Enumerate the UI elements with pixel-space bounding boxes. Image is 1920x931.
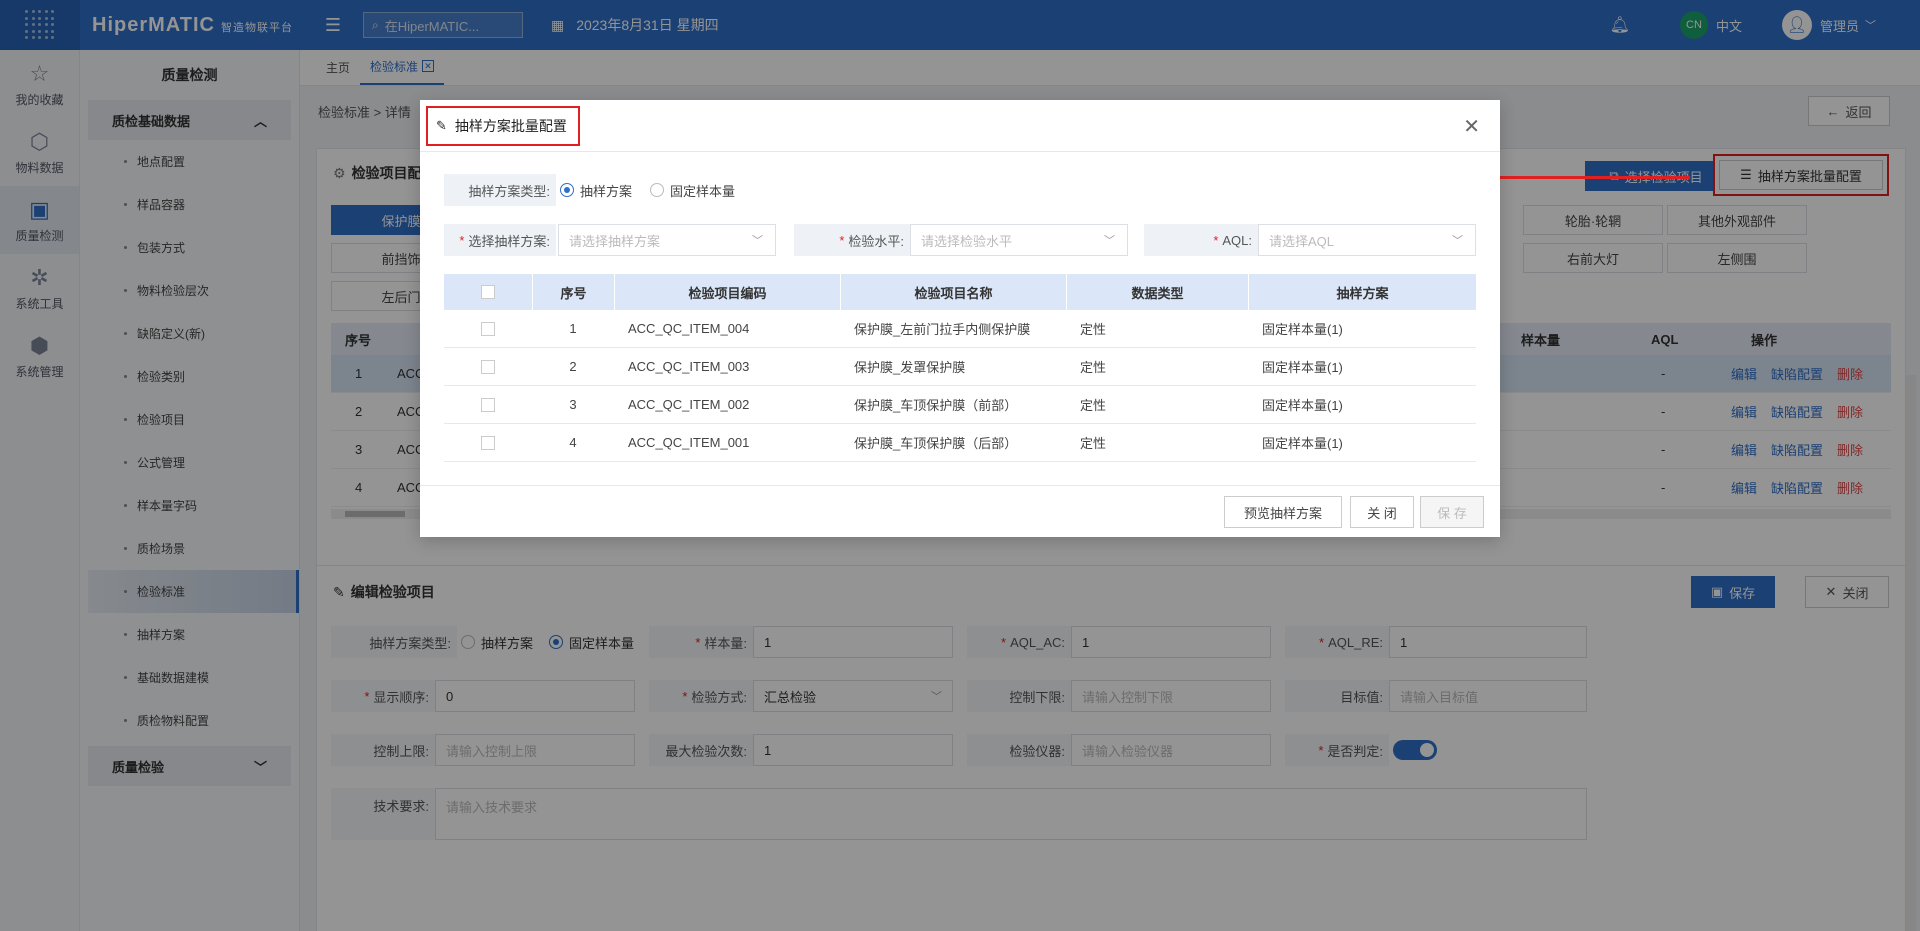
radio-plan[interactable] <box>560 183 574 197</box>
selection-row: * 选择抽样方案: 请选择抽样方案 ﹀ * 检验水平: 请选择检验水平 ﹀ * AQL: … <box>444 224 1476 256</box>
table-row[interactable]: 2 ACC_QC_ITEM_003 保护膜_发罩保护膜 定性 固定样本量(1) <box>444 348 1476 386</box>
row-checkbox[interactable] <box>481 321 495 336</box>
table-header: 序号 检验项目编码 检验项目名称 数据类型 抽样方案 <box>444 274 1476 310</box>
save-button[interactable]: 保 存 <box>1420 496 1484 528</box>
preview-plan-button[interactable]: 预览抽样方案 <box>1224 496 1342 528</box>
chevron-down-icon: ﹀ <box>1104 235 1115 247</box>
chevron-down-icon: ﹀ <box>1452 235 1463 247</box>
table-row[interactable]: 4 ACC_QC_ITEM_001 保护膜_车顶保护膜（后部） 定性 固定样本量… <box>444 424 1476 462</box>
items-table: 序号 检验项目编码 检验项目名称 数据类型 抽样方案 1 ACC_QC_ITEM… <box>444 274 1476 462</box>
row-checkbox[interactable] <box>481 435 495 450</box>
table-row[interactable]: 1 ACC_QC_ITEM_004 保护膜_左前门拉手内侧保护膜 定性 固定样本… <box>444 310 1476 348</box>
batch-config-dialog: ✎ 抽样方案批量配置 ✕ 抽样方案类型: 抽样方案 固定样本量 * 选择抽样方案: … <box>420 100 1500 537</box>
close-icon[interactable]: ✕ <box>1463 114 1480 139</box>
sampling-plan-select[interactable]: 请选择抽样方案 ﹀ <box>558 224 776 256</box>
table-row[interactable]: 3 ACC_QC_ITEM_002 保护膜_车顶保护膜（前部） 定性 固定样本量… <box>444 386 1476 424</box>
row-checkbox[interactable] <box>481 397 495 412</box>
aql-select[interactable]: 请选择AQL ﹀ <box>1258 224 1476 256</box>
select-all-checkbox[interactable] <box>481 285 495 299</box>
close-button[interactable]: 关 闭 <box>1350 496 1414 528</box>
dialog-footer: 预览抽样方案 关 闭 保 存 <box>420 485 1500 537</box>
chevron-down-icon: ﹀ <box>752 235 763 247</box>
radio-fixed[interactable] <box>650 183 665 197</box>
dialog-header: ✎ 抽样方案批量配置 ✕ <box>420 100 1500 152</box>
row-checkbox[interactable] <box>481 359 495 374</box>
dialog-title: ✎ 抽样方案批量配置 <box>426 106 580 146</box>
edit-icon: ✎ <box>436 118 447 133</box>
sampling-type-radio-group: 抽样方案 固定样本量 <box>560 174 735 206</box>
inspection-level-select[interactable]: 请选择检验水平 ﹀ <box>910 224 1128 256</box>
annotation-arrow-line <box>1480 176 1690 179</box>
sampling-type-row: 抽样方案类型: 抽样方案 固定样本量 <box>444 174 844 206</box>
